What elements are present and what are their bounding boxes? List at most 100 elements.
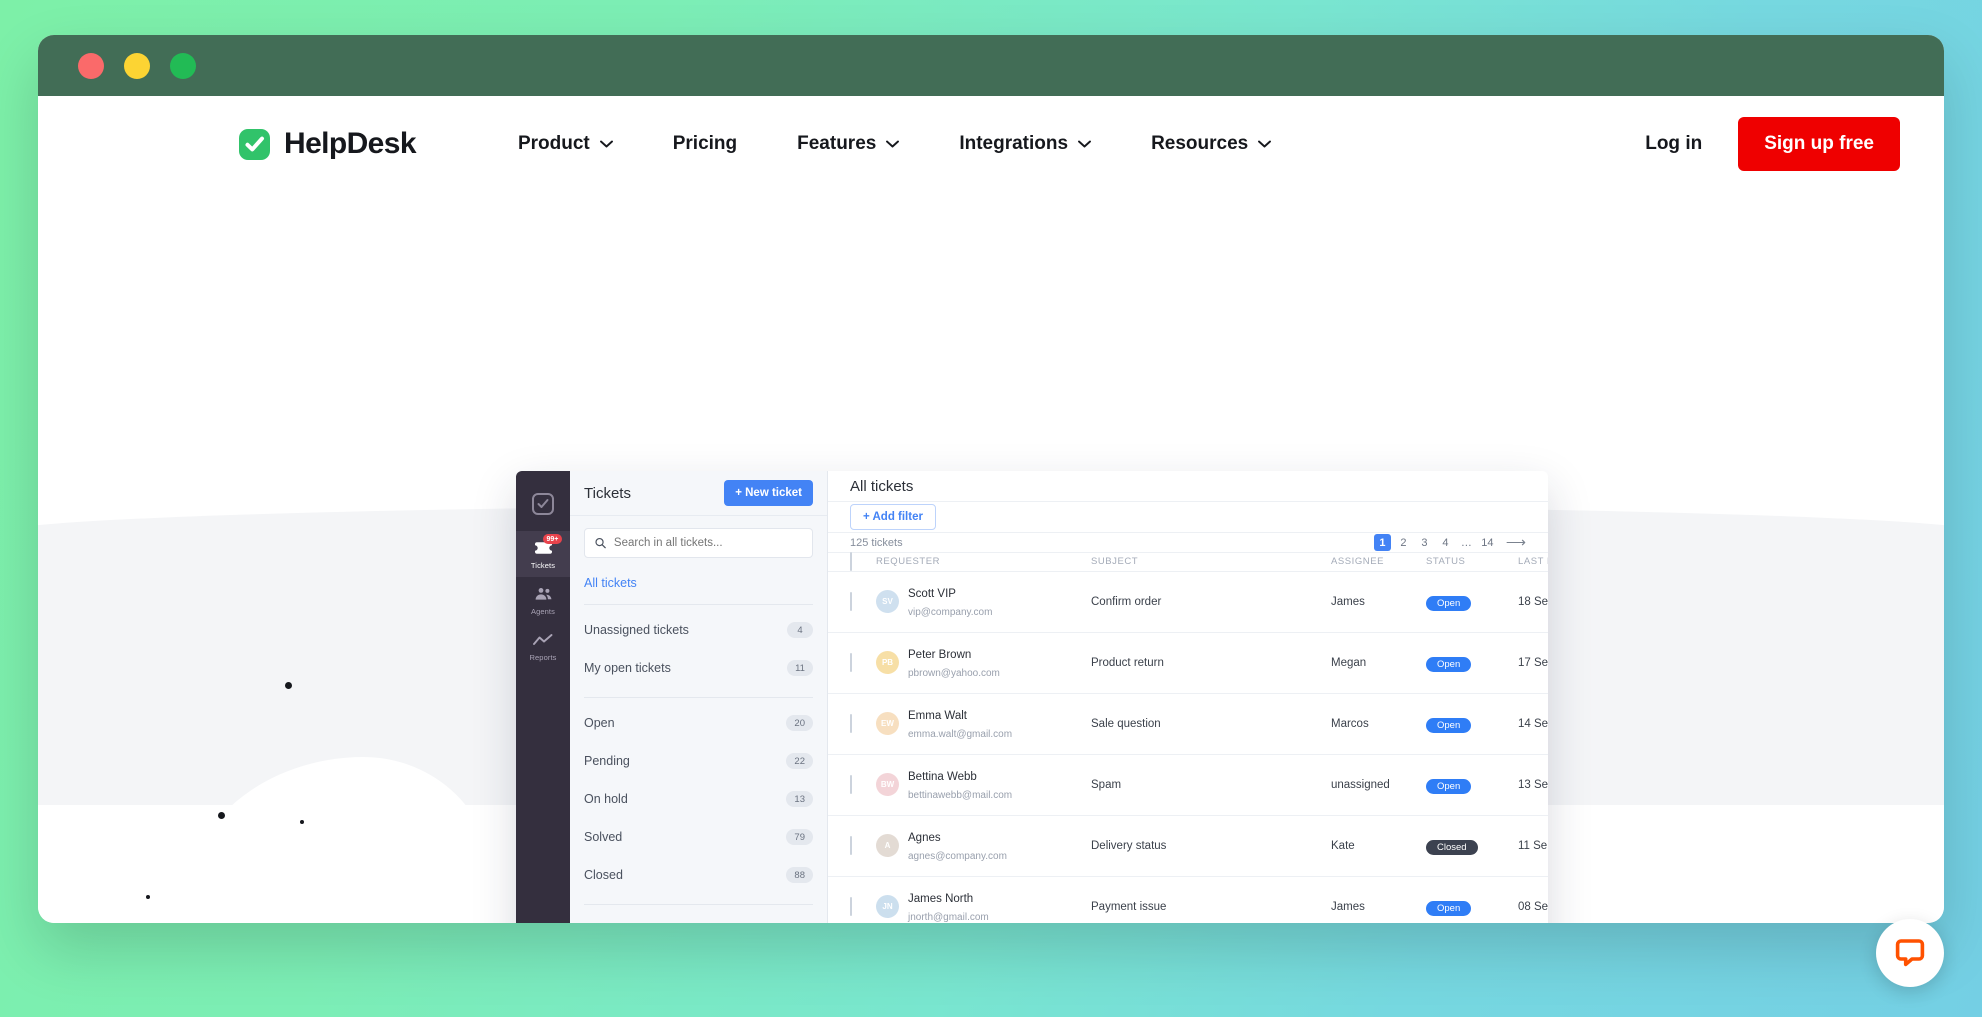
helpdesk-logo-icon [239,128,270,160]
reports-icon [533,631,553,649]
requester-email: bettinawebb@mail.com [908,790,1013,802]
last-message-cell: 13 Sep 2021 [1518,778,1548,791]
nav-item-features-label: Features [797,133,877,154]
filter-group-personal: Unassigned tickets 4 My open tickets 11 [584,605,813,687]
nav-links: Product Pricing Features Integrations Re… [488,123,1301,165]
filter-open[interactable]: Open 20 [584,704,813,742]
row-checkbox[interactable] [850,896,852,916]
filter-count: 4 [787,622,813,638]
requester-cell: EW Emma Walt emma.walt@gmail.com [876,706,1091,743]
nav-item-product[interactable]: Product [488,123,643,165]
rail-item-reports[interactable]: Reports [516,623,570,669]
select-all-checkbox[interactable] [850,551,852,571]
pagination: 1 2 3 4 … 14 ⟶ [1373,534,1526,552]
search-wrapper [570,516,827,558]
search-icon [595,537,606,549]
filter-spam[interactable]: Spam [584,911,813,923]
rail-item-agents-label: Agents [531,607,555,616]
page-3[interactable]: 3 [1416,534,1433,551]
filter-pending[interactable]: Pending 22 [584,742,813,780]
search-box[interactable] [584,528,813,558]
row-checkbox[interactable] [850,652,852,672]
nav-item-pricing-label: Pricing [672,133,738,154]
page-2[interactable]: 2 [1395,534,1412,551]
nav-item-features[interactable]: Features [767,123,929,165]
page-1[interactable]: 1 [1373,534,1391,552]
status-cell: Open [1426,715,1518,734]
last-message-cell: 18 Sep 2021 [1518,595,1548,608]
ticket-count: 125 tickets [850,536,903,549]
filter-on-hold[interactable]: On hold 13 [584,780,813,818]
app-logo-icon[interactable] [532,493,554,515]
brand-logo[interactable]: HelpDesk [238,127,417,161]
filter-group-other: Spam Trash [584,905,813,923]
page-14[interactable]: 14 [1479,534,1496,551]
nav-item-integrations[interactable]: Integrations [929,123,1121,165]
table-head-row: REQUESTER SUBJECT ASSIGNEE STATUS LAST M… [828,551,1548,572]
table-row[interactable]: EW Emma Walt emma.walt@gmail.com Sale quest… [828,694,1548,755]
row-checkbox[interactable] [850,774,852,794]
table-row[interactable]: A Agnes agnes@company.com Delivery status Ka… [828,816,1548,877]
next-page-arrow-icon[interactable]: ⟶ [1506,534,1526,551]
status-cell: Open [1426,776,1518,795]
agents-icon [534,585,553,603]
last-message-cell: 08 Sep 2021 [1518,900,1548,913]
decorative-dot [285,682,292,689]
signup-free-button[interactable]: Sign up free [1738,117,1900,171]
page-4[interactable]: 4 [1437,534,1454,551]
chevron-down-icon [1078,140,1092,148]
table-row[interactable]: PB Peter Brown pbrown@yahoo.com Product ret… [828,633,1548,694]
table-body: SV Scott VIP vip@company.com Confirm order J… [828,572,1548,923]
new-ticket-button[interactable]: + New ticket [724,480,813,506]
filter-count: 13 [786,791,813,807]
status-badge: Open [1426,656,1472,673]
livechat-button[interactable] [1876,919,1944,987]
table-row[interactable]: JN James North jnorth@gmail.com Payment iss… [828,877,1548,923]
decorative-dot [218,812,225,819]
window-close-button[interactable] [78,52,104,79]
decorative-dot [146,895,150,899]
rail-item-agents[interactable]: Agents [516,577,570,623]
chevron-down-icon [1258,140,1272,148]
filter-solved[interactable]: Solved 79 [584,818,813,856]
requester-email: vip@company.com [908,607,993,619]
requester-cell: BW Bettina Webb bettinawebb@mail.com [876,767,1091,804]
assignee-cell: Kate [1331,839,1355,852]
filter-label: Pending [584,754,630,768]
add-filter-button[interactable]: + Add filter [850,504,936,531]
filter-my-open-tickets[interactable]: My open tickets 11 [584,649,813,687]
filter-all-tickets[interactable]: All tickets [584,558,813,604]
count-and-pagination-bar: 125 tickets 1 2 3 4 … 14 ⟶ [828,533,1548,553]
table-row[interactable]: BW Bettina Webb bettinawebb@mail.com Spam un… [828,755,1548,816]
row-checkbox[interactable] [850,591,852,611]
filter-label: Open [584,716,615,730]
row-checkbox[interactable] [850,713,852,733]
rail-item-reports-label: Reports [529,653,557,662]
rail-item-tickets[interactable]: 99+ Tickets [516,531,570,577]
search-input[interactable] [613,537,802,549]
rail-item-tickets-label: Tickets [530,561,556,570]
nav-item-integrations-label: Integrations [959,133,1069,154]
avatar: EW [876,712,899,736]
table-row[interactable]: SV Scott VIP vip@company.com Confirm order J… [828,572,1548,633]
window-minimize-button[interactable] [124,52,150,79]
avatar: BW [876,773,899,797]
avatar: JN [876,895,899,919]
avatar: SV [876,590,899,614]
filter-label: Unassigned tickets [584,623,689,637]
filter-count: 88 [786,867,813,883]
filter-count: 11 [787,660,813,676]
nav-item-pricing[interactable]: Pricing [643,123,767,165]
nav-item-resources[interactable]: Resources [1121,123,1301,165]
filter-unassigned-tickets[interactable]: Unassigned tickets 4 [584,611,813,649]
tickets-filters: All tickets Unassigned tickets 4 My open… [570,558,827,923]
subject-cell: Delivery status [1091,839,1167,852]
requester-cell: A Agnes agnes@company.com [876,828,1091,865]
window-maximize-button[interactable] [170,52,196,79]
filter-label: On hold [584,792,628,806]
row-checkbox[interactable] [850,835,852,855]
requester-cell: JN James North jnorth@gmail.com [876,889,1091,923]
filter-closed[interactable]: Closed 88 [584,856,813,894]
login-link[interactable]: Log in [1645,133,1702,155]
row-select-cell [850,835,876,855]
